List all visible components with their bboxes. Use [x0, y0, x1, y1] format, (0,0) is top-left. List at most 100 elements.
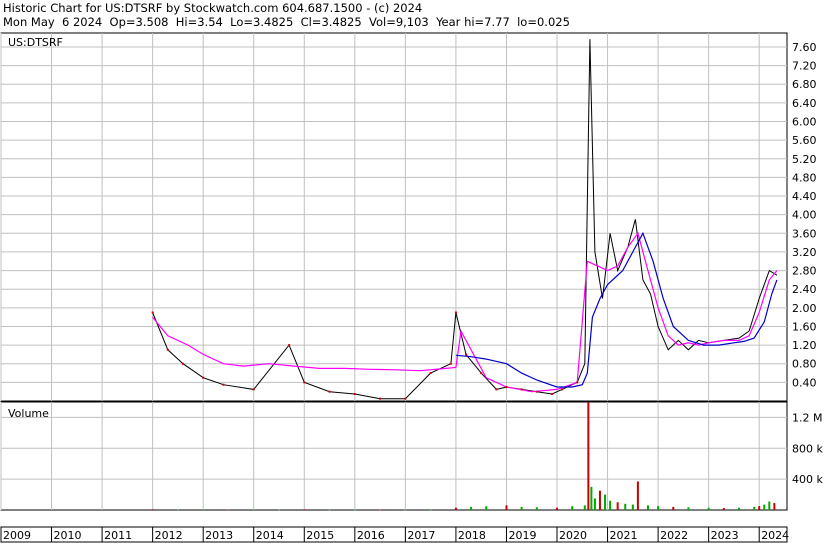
volume-bar	[763, 504, 766, 510]
volume-bar	[535, 507, 538, 510]
year-tick-label: 2014	[256, 529, 284, 542]
volume-bar	[598, 490, 601, 510]
price-point	[404, 397, 407, 400]
price-point	[449, 362, 452, 365]
price-axis: 0.40 0.80 1.20 1.60 2.00 2.40 2.80 3.20 3.60 4.00…	[792, 41, 817, 389]
year-tick-label: 2024	[761, 529, 789, 542]
price-tick-label: 0.80	[792, 358, 817, 371]
volume-bar	[773, 503, 776, 510]
price-tick-label: 4.80	[792, 171, 817, 184]
price-point	[166, 348, 169, 351]
price-tick-label: 3.60	[792, 227, 817, 240]
volume-bar	[657, 506, 660, 510]
price-tick-label: 3.20	[792, 246, 817, 259]
volume-bar	[278, 509, 281, 511]
volume-bar	[624, 503, 627, 510]
year-tick-label: 2009	[3, 529, 31, 542]
volume-bar	[604, 494, 607, 510]
volume-bar	[328, 509, 331, 511]
year-tick-label: 2016	[357, 529, 385, 542]
volume-bar	[556, 507, 559, 510]
price-tick-label: 2.40	[792, 283, 817, 296]
volume-bar	[631, 504, 634, 510]
year-tick-label: 2011	[104, 529, 132, 542]
price-tick-label: 0.40	[792, 376, 817, 389]
volume-bar	[227, 509, 230, 511]
volume-bar	[587, 402, 590, 510]
price-tick-label: 2.80	[792, 265, 817, 278]
volume-axis: 400 k 800 k 1.2 M	[792, 411, 823, 486]
volume-bar	[737, 507, 740, 510]
volume-panel-frame	[0, 401, 788, 511]
price-point	[454, 311, 457, 314]
price-point	[353, 393, 356, 396]
time-axis: 2009 2010 2011 2012 2013 2014 2015 2016 2017 2018…	[0, 527, 789, 542]
volume-bar	[753, 506, 756, 510]
volume-bar	[593, 498, 596, 510]
volume-bar	[202, 509, 205, 510]
price-point	[576, 381, 579, 384]
price-point	[328, 390, 331, 393]
price-point	[429, 372, 432, 375]
price-point	[222, 383, 225, 386]
volume-bar	[404, 509, 407, 511]
year-tick-label: 2017	[407, 529, 435, 542]
year-tick-label: 2019	[508, 529, 536, 542]
price-point	[288, 344, 291, 347]
grid-lines	[0, 33, 787, 510]
volume-bar	[707, 507, 710, 510]
volume-bar	[583, 505, 586, 510]
price-point	[520, 388, 523, 391]
volume-bar	[176, 509, 179, 511]
price-tick-label: 7.60	[792, 41, 817, 54]
volume-bar	[609, 500, 612, 510]
volume-tick-label: 1.2 M	[792, 411, 822, 424]
price-tick-label: 4.40	[792, 190, 817, 203]
price-point	[495, 388, 498, 391]
volume-bar	[379, 509, 382, 511]
price-tick-label: 6.40	[792, 97, 817, 110]
year-tick-label: 2012	[155, 529, 183, 542]
price-tick-label: 1.20	[792, 339, 817, 352]
volume-bar	[672, 506, 675, 510]
price-tick-label: 2.00	[792, 302, 817, 315]
year-tick-label: 2021	[610, 529, 638, 542]
volume-tick-label: 800 k	[792, 442, 823, 455]
volume-tick-label: 400 k	[792, 473, 823, 486]
volume-bars	[151, 402, 776, 511]
volume-bar	[505, 505, 508, 510]
price-tick-label: 5.60	[792, 134, 817, 147]
price-panel-frame	[0, 32, 788, 402]
price-point	[252, 388, 255, 391]
volume-bar	[454, 507, 457, 510]
price-point	[480, 372, 483, 375]
volume-bar	[758, 506, 761, 510]
price-tick-label: 6.00	[792, 116, 817, 129]
year-tick-label: 2015	[306, 529, 334, 542]
volume-bar	[687, 507, 690, 510]
price-tick-label: 6.80	[792, 78, 817, 91]
volume-bar	[636, 481, 639, 510]
price-point	[505, 386, 508, 389]
volume-bar	[303, 509, 306, 510]
volume-bar	[590, 486, 593, 510]
volume-bar	[485, 506, 488, 510]
price-point	[535, 390, 538, 393]
volume-bar	[616, 502, 619, 510]
price-point	[465, 353, 468, 356]
year-tick-label: 2023	[711, 529, 739, 542]
price-point	[561, 388, 564, 391]
volume-bar	[252, 509, 255, 511]
price-point	[151, 311, 154, 314]
stock-chart: 0.40 0.80 1.20 1.60 2.00 2.40 2.80 3.20 3.60 4.00…	[0, 32, 823, 543]
price-point	[379, 397, 382, 400]
year-tick-label: 2022	[660, 529, 688, 542]
year-tick-label: 2013	[205, 529, 233, 542]
year-tick-label: 2018	[458, 529, 486, 542]
year-tick-label: 2010	[54, 529, 82, 542]
price-tick-label: 4.00	[792, 209, 817, 222]
volume-bar	[353, 509, 356, 511]
volume-panel-title: Volume	[8, 407, 49, 420]
volume-bar	[470, 506, 473, 510]
price-tick-label: 7.20	[792, 60, 817, 73]
